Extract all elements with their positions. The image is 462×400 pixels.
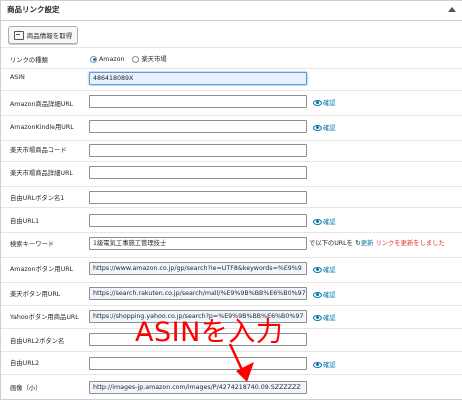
annotation-arrow-icon: [228, 343, 254, 382]
annotation-arrow-shaft: [228, 343, 245, 373]
